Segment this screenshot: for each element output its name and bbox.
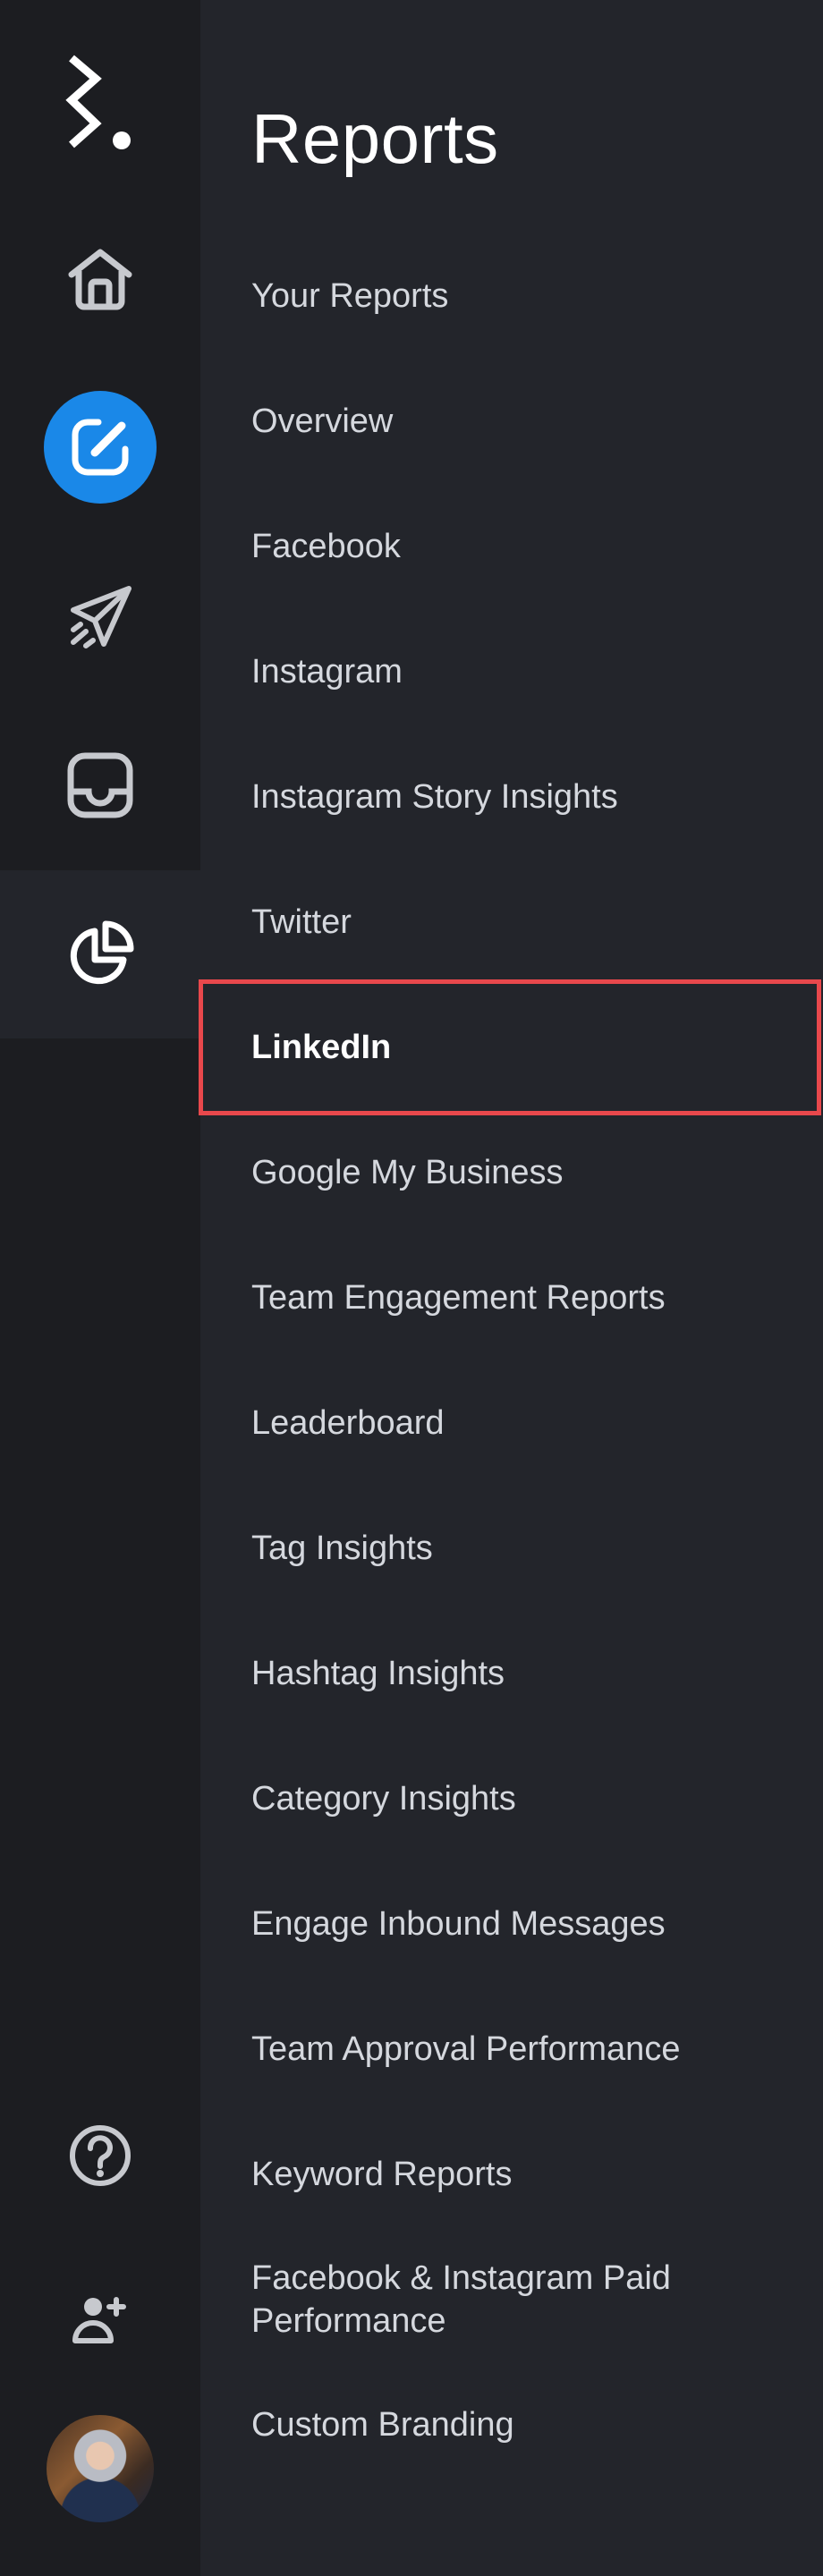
menu-item-leaderboard[interactable]: Leaderboard xyxy=(200,1360,823,1486)
menu-item-hashtag-insights[interactable]: Hashtag Insights xyxy=(200,1611,823,1736)
menu-item-team-engagement-reports[interactable]: Team Engagement Reports xyxy=(200,1235,823,1360)
menu-item-overview[interactable]: Overview xyxy=(200,359,823,484)
menu-item-team-approval-performance[interactable]: Team Approval Performance xyxy=(200,1987,823,2112)
menu-item-instagram-story-insights[interactable]: Instagram Story Insights xyxy=(200,734,823,860)
rail-item-inbox[interactable] xyxy=(0,723,200,848)
rail-item-invite-user[interactable] xyxy=(0,2258,200,2383)
rail-item-reports[interactable] xyxy=(0,870,200,1038)
home-icon xyxy=(68,249,132,310)
menu-item-instagram[interactable]: Instagram xyxy=(200,609,823,734)
menu-item-google-my-business[interactable]: Google My Business xyxy=(200,1110,823,1235)
rail-item-publish[interactable] xyxy=(0,556,200,682)
compose-button[interactable] xyxy=(44,391,157,504)
rail-item-home[interactable] xyxy=(0,216,200,342)
nav-rail xyxy=(0,0,200,2576)
menu-item-twitter[interactable]: Twitter xyxy=(200,860,823,985)
user-plus-icon xyxy=(72,2297,126,2343)
menu-item-facebook[interactable]: Facebook xyxy=(200,484,823,609)
reports-panel: Reports Your Reports Overview Facebook I… xyxy=(200,0,823,2576)
menu-item-your-reports[interactable]: Your Reports xyxy=(200,233,823,359)
page-title: Reports xyxy=(251,99,499,178)
pie-chart-icon xyxy=(70,920,134,985)
inbox-icon xyxy=(67,752,133,818)
help-circle-icon xyxy=(70,2125,131,2186)
rail-item-help[interactable] xyxy=(0,2093,200,2218)
menu-item-linkedin[interactable]: LinkedIn xyxy=(200,985,823,1110)
compose-icon xyxy=(72,419,129,476)
menu-item-custom-branding[interactable]: Custom Branding xyxy=(200,2362,823,2487)
menu-item-engage-inbound-messages[interactable]: Engage Inbound Messages xyxy=(200,1861,823,1987)
menu-item-keyword-reports[interactable]: Keyword Reports xyxy=(200,2112,823,2237)
rail-item-compose[interactable] xyxy=(0,385,200,510)
logo-icon xyxy=(65,55,131,149)
menu-item-fb-ig-paid-performance[interactable]: Facebook & Instagram Paid Performance xyxy=(200,2237,823,2362)
menu-item-tag-insights[interactable]: Tag Insights xyxy=(200,1486,823,1611)
avatar[interactable] xyxy=(47,2415,154,2522)
brand-logo[interactable] xyxy=(64,54,136,152)
menu-item-category-insights[interactable]: Category Insights xyxy=(200,1736,823,1861)
paper-plane-icon xyxy=(71,586,132,648)
